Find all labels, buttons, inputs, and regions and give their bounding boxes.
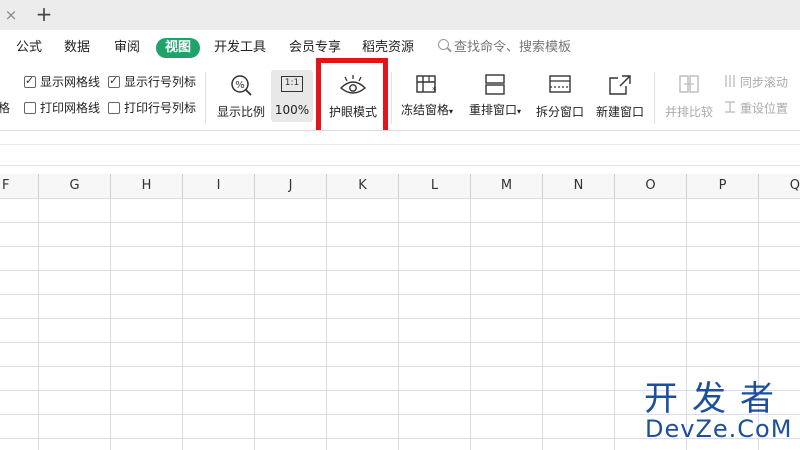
menu-formula[interactable]: 公式: [16, 39, 42, 57]
reset-position-icon: [724, 100, 736, 118]
show-gridlines-label: 显示网格线: [40, 75, 101, 89]
show-headings-label: 显示行号列标: [124, 75, 197, 89]
watermark-title: 开发者: [644, 379, 788, 419]
arrange-windows-label: 重排窗口▾: [464, 102, 526, 120]
sync-scroll-icon: [724, 74, 736, 92]
freeze-panes-label: 冻结窗格▾: [396, 102, 458, 120]
split-window-label: 拆分窗口: [535, 105, 584, 119]
show-headings-checkbox[interactable]: [108, 74, 120, 88]
add-tab-icon[interactable]: +: [34, 3, 54, 25]
freeze-panes-button[interactable]: * 冻结窗格▾: [396, 72, 458, 120]
compare-side-by-side-label: 并排比较: [664, 105, 713, 119]
arrange-windows-icon: [484, 74, 506, 100]
close-tab-icon[interactable]: ×: [2, 6, 20, 24]
compare-side-by-side-button[interactable]: 并排比较: [662, 72, 716, 120]
new-window-button[interactable]: 新建窗口: [592, 72, 648, 120]
menu-docer-resources[interactable]: 稻壳资源: [362, 39, 414, 57]
column-header-i[interactable]: I: [183, 174, 255, 198]
grid-line: [254, 198, 255, 450]
reset-position-button[interactable]: 重设位置: [724, 100, 788, 118]
zoom-percent-icon: %: [230, 74, 252, 100]
menu-data[interactable]: 数据: [64, 39, 90, 57]
zoom-100-button[interactable]: 1:1 100%: [271, 70, 313, 122]
column-header-k[interactable]: K: [327, 174, 399, 198]
grid-line: [542, 198, 543, 450]
highlight-box: [316, 58, 388, 138]
grid-line: [398, 198, 399, 450]
sync-scroll-label: 同步滚动: [740, 75, 789, 90]
compare-icon: [678, 74, 700, 100]
svg-text:*: *: [432, 86, 437, 96]
partial-label: 格: [0, 101, 11, 115]
column-header-m[interactable]: M: [471, 174, 543, 198]
grid-line: [182, 198, 183, 450]
arrange-windows-button[interactable]: 重排窗口▾: [464, 72, 526, 120]
separator: [654, 72, 655, 124]
menu-member-exclusive[interactable]: 会员专享: [289, 39, 341, 57]
watermark-url: DevZe.CoM: [645, 415, 793, 443]
show-gridlines-checkbox[interactable]: [24, 74, 36, 88]
grid-line: [470, 198, 471, 450]
column-header-g[interactable]: G: [39, 174, 111, 198]
freeze-panes-icon: *: [415, 74, 439, 100]
arrange-windows-text: 重排窗口: [468, 103, 517, 117]
search-icon[interactable]: [438, 39, 449, 50]
grid-line: [614, 198, 615, 450]
column-header-q[interactable]: Q: [759, 174, 800, 198]
split-window-icon: [548, 74, 572, 100]
print-headings-checkbox[interactable]: [108, 102, 120, 114]
reset-position-label: 重设位置: [740, 101, 789, 116]
new-window-icon: [608, 74, 632, 100]
column-header-j[interactable]: J: [255, 174, 327, 198]
tab-bar: × +: [0, 0, 800, 30]
split-window-button[interactable]: 拆分窗口: [532, 72, 588, 120]
search-command-input[interactable]: 查找命令、搜索模板: [454, 39, 571, 57]
dropdown-arrow-icon: ▾: [449, 107, 454, 116]
zoom-ratio-button[interactable]: % 显示比例: [214, 72, 268, 120]
grid-line: [38, 198, 39, 450]
grid-line: [110, 198, 111, 450]
print-headings-label: 打印行号列标: [124, 101, 197, 115]
one-to-one-icon: 1:1: [281, 76, 303, 92]
separator: [205, 72, 206, 124]
grid-line: [326, 198, 327, 450]
print-gridlines-checkbox[interactable]: [24, 102, 36, 114]
freeze-panes-text: 冻结窗格: [400, 103, 449, 117]
menu-view[interactable]: 视图: [156, 38, 201, 58]
svg-text:%: %: [235, 80, 245, 91]
formula-divider: [0, 144, 800, 145]
column-header-p[interactable]: P: [687, 174, 759, 198]
menu-bar: 公式 数据 审阅 视图 开发工具 会员专享 稻壳资源 查找命令、搜索模板: [0, 30, 800, 66]
column-header-n[interactable]: N: [543, 174, 615, 198]
column-header-l[interactable]: L: [399, 174, 471, 198]
column-header-h[interactable]: H: [111, 174, 183, 198]
new-window-label: 新建窗口: [595, 105, 644, 119]
print-gridlines-label: 打印网格线: [40, 101, 101, 115]
zoom-ratio-label: 显示比例: [216, 105, 265, 119]
menu-review[interactable]: 审阅: [114, 39, 140, 57]
menu-developer-tools[interactable]: 开发工具: [214, 39, 266, 57]
dropdown-arrow-icon: ▾: [517, 107, 522, 116]
formula-bar-area: [0, 131, 800, 166]
view-ribbon: 格 显示网格线 显示行号列标 打印网格线 打印行号列标 % 显示比例 1:1 1…: [0, 66, 800, 130]
zoom-100-label: 100%: [274, 103, 310, 117]
separator: [391, 72, 392, 124]
sync-scroll-button[interactable]: 同步滚动: [724, 74, 788, 92]
column-header-o[interactable]: O: [615, 174, 687, 198]
column-header-f[interactable]: F: [0, 174, 39, 198]
